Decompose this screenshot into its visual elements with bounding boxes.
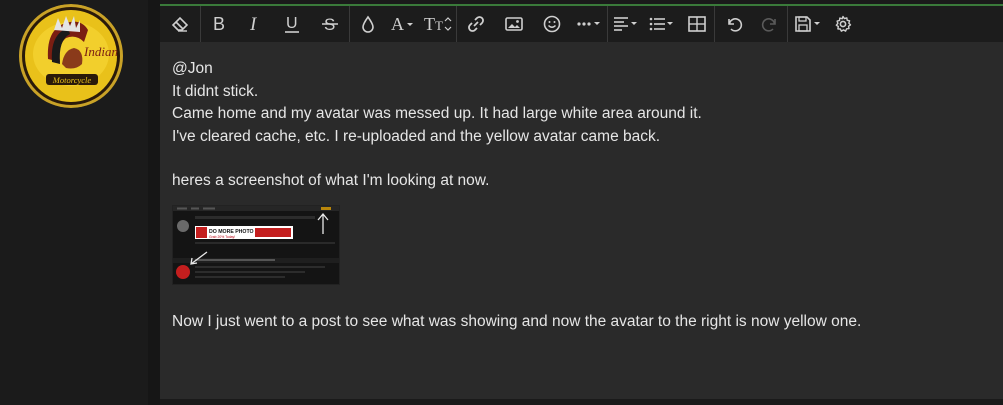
avatar-logo-line1: Indian [83, 44, 118, 59]
screenshot-image: DO MORE PHOTO Grab 20% Today! [173, 205, 339, 284]
text-line: It didnt stick. [172, 82, 259, 100]
table-icon[interactable] [680, 6, 714, 42]
text-line: heres a screenshot of what I'm looking a… [172, 172, 490, 189]
strikethrough-icon[interactable]: S [311, 6, 349, 42]
undo-icon[interactable] [715, 6, 753, 42]
emoji-icon[interactable] [533, 6, 571, 42]
svg-text:T: T [424, 15, 435, 33]
user-avatar[interactable]: Indian Motorcycle [18, 4, 124, 108]
mention-line: @Jon [172, 60, 213, 77]
redo-icon[interactable] [753, 6, 787, 42]
font-family-icon[interactable]: A [386, 6, 420, 42]
drafts-icon[interactable] [788, 6, 828, 42]
svg-text:T: T [435, 18, 443, 33]
more-icon[interactable] [571, 6, 607, 42]
reply-editor[interactable]: B I U S A TT @Jon It didnt stick. Came h… [160, 4, 1003, 399]
link-icon[interactable] [457, 6, 495, 42]
column-divider [148, 0, 160, 405]
svg-text:U: U [286, 15, 298, 32]
list-icon[interactable] [644, 6, 680, 42]
text-line: Now I just went to a post to see what wa… [172, 312, 862, 330]
avatar-image: Indian Motorcycle [19, 4, 123, 108]
svg-text:I: I [249, 15, 258, 33]
eraser-icon[interactable] [160, 6, 200, 42]
svg-text:A: A [391, 15, 404, 33]
align-icon[interactable] [608, 6, 644, 42]
svg-text:B: B [213, 15, 225, 33]
settings-icon[interactable] [828, 6, 858, 42]
screenshot-thumbnail[interactable]: DO MORE PHOTO Grab 20% Today! [172, 204, 340, 285]
avatar-logo-line2: Motorcycle [52, 75, 92, 85]
editor-toolbar: B I U S A TT [160, 6, 1003, 42]
bold-icon[interactable]: B [201, 6, 237, 42]
image-icon[interactable] [495, 6, 533, 42]
thumb-banner-sub: Grab 20% Today! [209, 235, 235, 239]
italic-icon[interactable]: I [237, 6, 273, 42]
post-content[interactable]: @Jon It didnt stick. Came home and my av… [172, 58, 992, 333]
underline-icon[interactable]: U [273, 6, 311, 42]
text-line: Came home and my avatar was messed up. I… [172, 105, 702, 122]
font-size-icon[interactable]: TT [420, 6, 456, 42]
text-line: I've cleared cache, etc. I re-uploaded a… [172, 127, 661, 145]
text-color-icon[interactable] [350, 6, 386, 42]
